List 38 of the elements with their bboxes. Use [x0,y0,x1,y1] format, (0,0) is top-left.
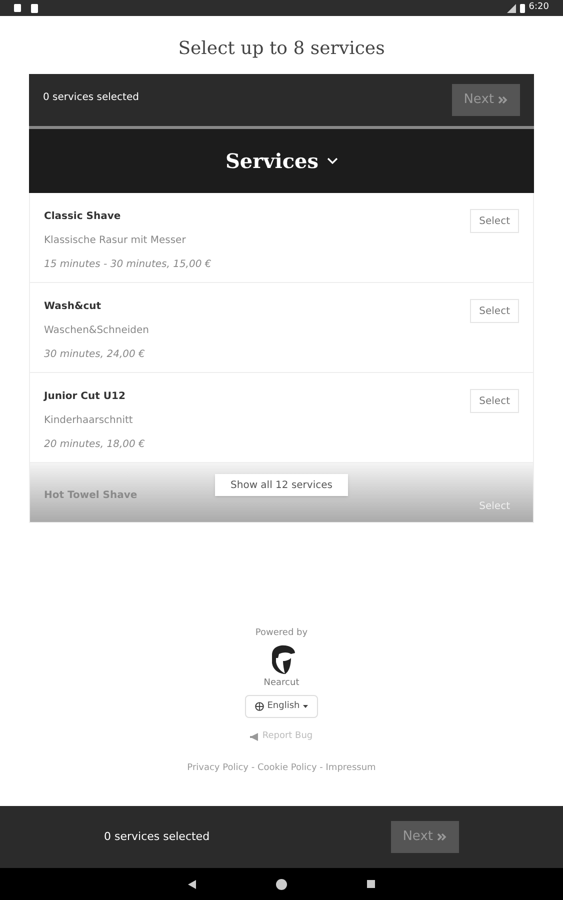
select-button[interactable]: Select [470,209,519,233]
clock: 6:20 [528,1,549,14]
service-details: 30 minutes, 24,00 € [44,348,146,362]
category-header[interactable]: Services [29,129,534,193]
select-button[interactable]: Select [470,389,519,413]
chevrons-right-icon [437,832,447,842]
battery-icon [520,4,525,12]
service-details: 15 minutes - 30 minutes, 15,00 € [44,258,212,272]
back-icon[interactable] [188,880,196,888]
service-description: Klassische Rasur mit Messer [44,234,187,248]
home-icon[interactable] [276,878,287,890]
notification-icon [14,4,21,12]
brand-name: Nearcut [264,676,300,690]
service-details: 20 minutes, 18,00 € [44,438,145,452]
chevron-down-icon [326,157,338,165]
service-name: Classic Shave [44,210,122,224]
caret-icon [302,705,308,708]
powered-by-label: Powered by [255,627,308,640]
service-name: Hot Towel Shave [44,489,138,503]
service-description: Waschen&Schneiden [44,324,149,338]
globe-icon [255,702,264,711]
footer-link[interactable]: Cookie Policy [258,762,317,775]
signal-icon [506,4,516,12]
select-button[interactable]: Select [470,299,519,323]
selection-count: 0 services selected [43,91,139,105]
footer-link[interactable]: Privacy Policy [187,762,249,775]
selection-count: 0 services selected [104,828,210,845]
service-description: Kinderhaarschnitt [44,414,134,428]
link-separator: - [318,762,324,774]
chevrons-right-icon [498,95,508,105]
show-all-button[interactable]: Show all 12 services [214,474,348,496]
service-name: Junior Cut U12 [44,390,126,404]
sd-card-icon [31,4,38,12]
language-dropdown[interactable]: English [245,695,318,718]
footer-link[interactable]: Impressum [326,762,376,775]
page-heading: Select up to 8 services [177,37,386,61]
service-name: Wash&cut [44,300,102,314]
link-separator: - [250,762,256,774]
